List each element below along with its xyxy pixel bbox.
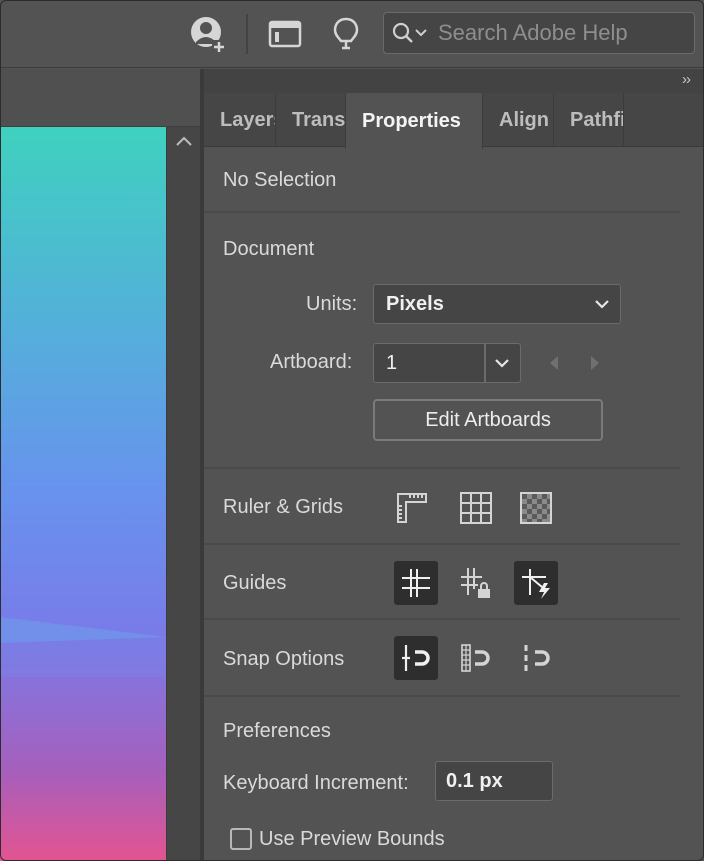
keyboard-increment-field[interactable]: 0.1 px (435, 761, 553, 801)
lock-guides-icon[interactable] (454, 561, 498, 605)
smart-guides-icon[interactable] (514, 561, 558, 605)
artboard-select-divider (484, 344, 486, 382)
tab-align[interactable]: Align (483, 93, 554, 147)
show-guides-icon[interactable] (394, 561, 438, 605)
user-add-icon[interactable] (188, 14, 228, 54)
toolbar-separator (246, 14, 248, 54)
keyboard-increment-label: Keyboard Increment: (223, 772, 409, 794)
previous-artboard-icon[interactable] (547, 354, 561, 372)
search-icon (392, 22, 427, 43)
grid-icon[interactable] (454, 486, 498, 530)
section-divider (204, 618, 680, 620)
units-label: Units: (306, 293, 358, 315)
collapse-panels-icon[interactable]: ›› (682, 71, 691, 88)
document-tab-strip (0, 69, 200, 127)
units-value: Pixels (386, 292, 444, 315)
panel-collapse-bar[interactable]: ›› (204, 69, 704, 93)
snap-options-label: Snap Options (223, 648, 345, 670)
search-help-field[interactable]: Search Adobe Help (383, 12, 695, 54)
ruler-grids-label: Ruler & Grids (223, 496, 344, 518)
chevron-down-icon (595, 300, 609, 309)
edit-artboards-button[interactable]: Edit Artboards (373, 399, 603, 441)
tab-transform[interactable]: Transform (276, 93, 346, 147)
tab-layers[interactable]: Layers (204, 93, 276, 147)
selection-status: No Selection (223, 169, 337, 191)
transparency-grid-icon[interactable] (514, 486, 558, 530)
use-preview-bounds-label: Use Preview Bounds (259, 828, 445, 850)
document-heading: Document (223, 238, 315, 260)
tab-properties[interactable]: Properties (345, 93, 483, 149)
chevron-up-icon[interactable] (175, 135, 193, 147)
search-placeholder: Search Adobe Help (438, 20, 628, 45)
artboard-value: 1 (386, 351, 398, 374)
preferences-heading: Preferences (223, 720, 331, 742)
chevron-down-icon[interactable] (494, 357, 510, 369)
properties-panel-dock: ›› Layers Transform Properties Align Pat… (204, 69, 704, 861)
section-divider (204, 695, 680, 697)
units-dropdown[interactable]: Pixels (373, 284, 621, 324)
app-top-bar: Search Adobe Help (0, 0, 704, 68)
tab-pathfinder[interactable]: Pathfinder (554, 93, 624, 147)
snap-to-pixel-icon[interactable] (454, 636, 498, 680)
use-preview-bounds-checkbox[interactable] (230, 828, 252, 850)
guides-label: Guides (223, 572, 287, 594)
vertical-scrollbar[interactable] (166, 127, 200, 861)
ruler-icon[interactable] (390, 486, 434, 530)
keyboard-increment-value: 0.1 px (446, 769, 503, 792)
section-divider (204, 211, 680, 213)
next-artboard-icon[interactable] (588, 354, 602, 372)
section-divider (204, 543, 680, 545)
artboard-label: Artboard: (270, 351, 353, 373)
document-area (0, 69, 200, 861)
panel-tab-bar: Layers Transform Properties Align Pathfi… (204, 93, 704, 149)
lightbulb-icon[interactable] (326, 14, 366, 54)
workspace-icon[interactable] (265, 14, 305, 54)
artboard-select[interactable]: 1 (373, 343, 521, 383)
snap-to-point-icon[interactable] (394, 636, 438, 680)
snap-to-grid-icon[interactable] (514, 636, 558, 680)
artboard-canvas[interactable] (0, 127, 166, 861)
section-divider (204, 467, 680, 469)
